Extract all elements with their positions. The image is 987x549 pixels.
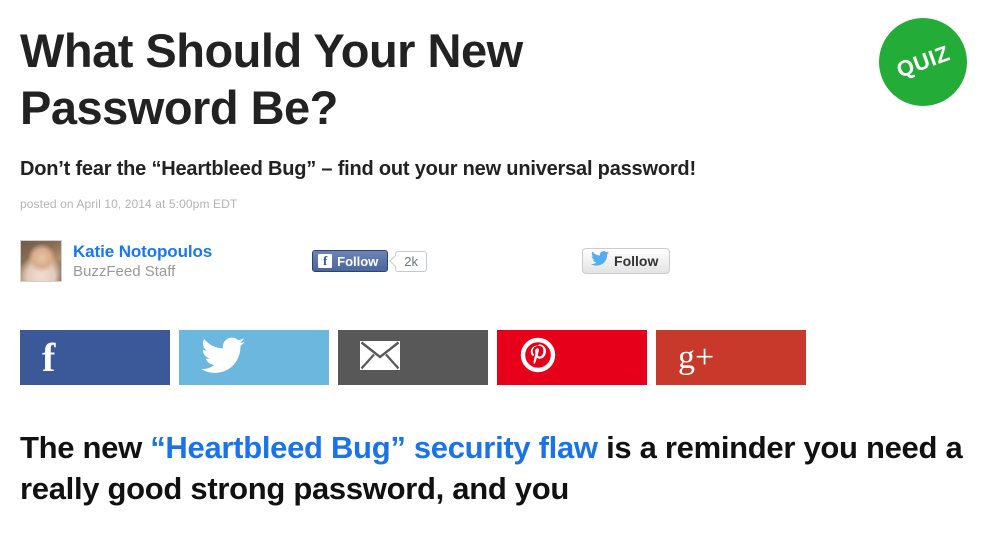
author-name-link[interactable]: Katie Notopoulos	[73, 242, 212, 262]
facebook-follow-label: Follow	[337, 253, 379, 269]
share-button-googleplus[interactable]: g+	[656, 330, 806, 385]
share-button-twitter[interactable]	[179, 330, 329, 385]
facebook-icon: f	[318, 254, 333, 268]
envelope-icon	[360, 340, 400, 375]
quiz-badge-label: QUIZ	[892, 40, 953, 83]
share-button-email[interactable]	[338, 330, 488, 385]
facebook-icon: f	[42, 334, 56, 380]
byline: Katie Notopoulos BuzzFeed Staff f Follow…	[20, 211, 967, 285]
twitter-icon	[201, 337, 245, 379]
author-role: BuzzFeed Staff	[73, 263, 176, 281]
share-button-facebook[interactable]: f	[20, 330, 170, 385]
facebook-follow-count: 2k	[395, 250, 428, 272]
avatar[interactable]	[20, 240, 62, 282]
article-page: QUIZ What Should Your New Password Be? D…	[0, 0, 987, 549]
twitter-bird-icon	[591, 251, 610, 271]
facebook-follow-widget: f Follow 2k	[312, 250, 428, 272]
share-bar: f g+	[20, 285, 967, 385]
twitter-follow-button[interactable]: Follow	[582, 248, 671, 274]
heartbleed-bug-link[interactable]: “Heartbleed Bug” security flaw	[150, 430, 598, 465]
body-text-lead: The new	[20, 430, 151, 465]
byline-names: Katie Notopoulos BuzzFeed Staff	[73, 242, 212, 281]
quiz-badge: QUIZ	[879, 18, 967, 106]
twitter-follow-label: Follow	[614, 253, 659, 269]
facebook-follow-button[interactable]: f Follow	[312, 250, 389, 272]
share-button-pinterest[interactable]	[497, 330, 647, 385]
article-body: The new “Heartbleed Bug” security flaw i…	[20, 385, 967, 509]
article-subtitle: Don’t fear the “Heartbleed Bug” – find o…	[20, 158, 696, 180]
page-title: What Should Your New Password Be?	[20, 24, 523, 134]
google-plus-icon: g+	[678, 338, 715, 376]
pinterest-icon	[519, 336, 557, 379]
article-timestamp: posted on April 10, 2014 at 5:00pm EDT	[20, 197, 238, 211]
